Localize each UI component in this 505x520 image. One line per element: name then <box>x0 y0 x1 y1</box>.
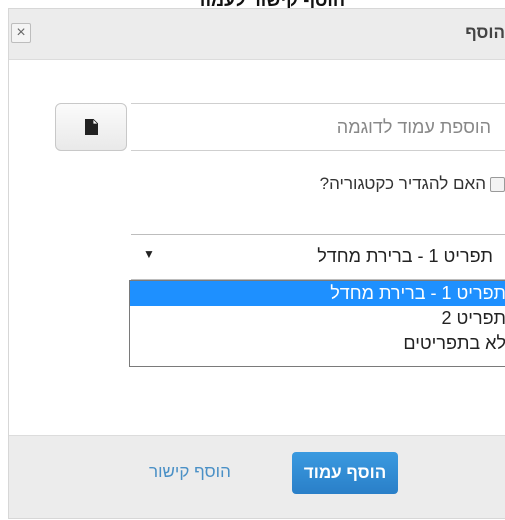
menu-select[interactable]: תפריט 1 - ברירת מחדל ▼ <box>131 234 505 280</box>
add-dialog: הוסף × האם להגדיר כקטגוריה? תפריט 1 - בר… <box>8 8 505 519</box>
dialog-title: הוסף <box>465 23 505 42</box>
file-button[interactable] <box>55 103 127 151</box>
dropdown-option[interactable]: לא בתפריטים <box>130 331 505 356</box>
page-name-input[interactable] <box>131 103 505 151</box>
dialog-body: האם להגדיר כקטגוריה? תפריט 1 - ברירת מחד… <box>9 59 505 436</box>
menu-dropdown-list: תפריט 1 - ברירת מחדל תפריט 2 לא בתפריטים <box>129 280 505 367</box>
chevron-down-icon: ▼ <box>143 247 155 261</box>
close-icon[interactable]: × <box>11 23 31 43</box>
category-checkbox[interactable] <box>490 176 505 192</box>
menu-select-value: תפריט 1 - ברירת מחדל <box>317 246 493 266</box>
dropdown-option[interactable]: תפריט 1 - ברירת מחדל <box>130 281 505 306</box>
category-label: האם להגדיר כקטגוריה? <box>319 174 486 193</box>
add-page-button[interactable]: הוסף עמוד <box>292 452 398 494</box>
dropdown-option[interactable]: תפריט 2 <box>130 306 505 331</box>
file-icon <box>85 119 98 135</box>
top-cut-heading: הוסף קישור לעמוד <box>0 0 505 8</box>
dialog-footer: הוסף עמוד הוסף קישור <box>9 435 505 520</box>
dialog-header: הוסף × <box>9 9 505 59</box>
top-cut-text: הוסף קישור לעמוד <box>195 0 345 8</box>
category-row: האם להגדיר כקטגוריה? <box>320 172 505 196</box>
add-link-button[interactable]: הוסף קישור <box>149 462 231 482</box>
